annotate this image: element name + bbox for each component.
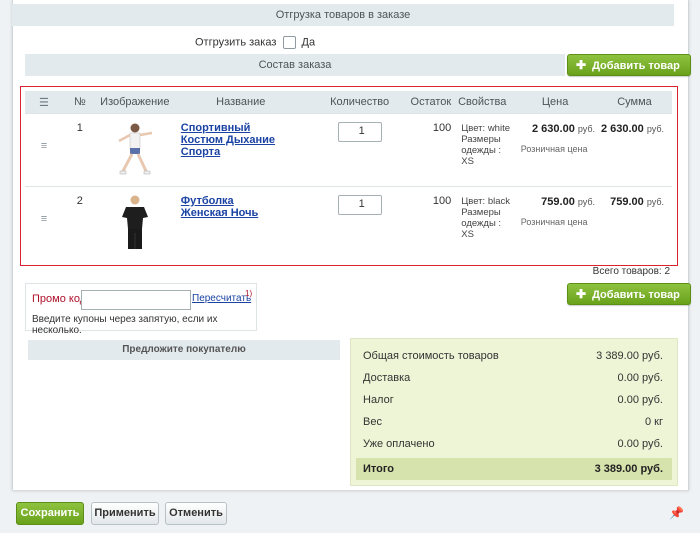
sum-value: 759.00: [610, 196, 644, 208]
drag-handle-icon: ≡: [40, 213, 48, 225]
table-row: ≡ 1 Спортивный Костюм Дыхание Спорта 1 1…: [25, 113, 672, 187]
totals-delivery-row: Доставка 0.00 руб.: [363, 372, 663, 388]
totals-grand-row: Итого 3 389.00 руб.: [356, 458, 672, 480]
ship-order-row: Отгрузить заказ Да: [195, 36, 315, 49]
property-color: Цвет: black: [461, 196, 510, 207]
property-size-label: Размеры: [461, 207, 501, 218]
row-number: 1: [76, 122, 83, 134]
ship-order-checkbox[interactable]: [283, 36, 297, 49]
totals-delivery-label: Доставка: [363, 372, 411, 384]
woman-tshirt-figure-icon: [121, 195, 148, 249]
promo-footnote-mark: 1): [245, 289, 253, 298]
totals-tax-label: Налог: [363, 394, 394, 406]
row-number: 2: [76, 195, 83, 207]
pin-icon[interactable]: 📌: [669, 506, 684, 520]
product-name-link[interactable]: Футболка Женская Ночь: [181, 195, 258, 219]
promo-code-hint: Введите купоны через запятую, если их не…: [32, 314, 218, 336]
column-props: Свойства: [451, 91, 514, 114]
totals-delivery-value: 0.00 руб.: [617, 372, 663, 384]
sum-currency: руб.: [646, 124, 664, 134]
sum-value: 2 630.00: [600, 123, 644, 135]
price-currency: руб.: [577, 124, 596, 134]
price-value: 759.00: [541, 196, 575, 208]
plus-icon: ✚: [576, 287, 587, 301]
column-image: Изображение: [96, 91, 173, 114]
plus-icon: ✚: [576, 58, 587, 72]
totals-grand-value: 3 389.00 руб.: [594, 463, 663, 475]
drag-handle-icon: ≡: [40, 140, 48, 152]
stock-value: 100: [432, 195, 452, 207]
cancel-button[interactable]: Отменить: [165, 502, 227, 525]
promo-code-input[interactable]: [81, 290, 191, 310]
product-image[interactable]: [115, 121, 155, 181]
form-footer: Сохранить Применить Отменить 📌: [0, 492, 700, 533]
price-value: 2 630.00: [532, 123, 575, 135]
shipment-header-title: Отгрузка товаров в заказе: [275, 9, 411, 21]
row-drag-handle[interactable]: ≡: [25, 186, 63, 260]
product-image[interactable]: [115, 193, 155, 253]
promo-code-box: Промо код: Пересчитать 1) Введите купоны…: [25, 283, 257, 336]
totals-weight-value: 0 кг: [645, 416, 663, 428]
sum-currency: руб.: [646, 197, 664, 207]
add-product-button-bottom[interactable]: ✚ Добавить товар: [567, 283, 691, 305]
ship-order-label: Отгрузить заказ: [195, 36, 277, 49]
order-header-title: Состав заказа: [258, 59, 332, 71]
product-name-link[interactable]: Спортивный Костюм Дыхание Спорта: [181, 122, 275, 158]
order-section-header: Состав заказа: [25, 54, 565, 76]
column-stock: Остаток: [410, 91, 452, 114]
apply-button[interactable]: Применить: [91, 502, 159, 525]
athlete-figure-icon: [118, 123, 153, 175]
quantity-input[interactable]: 1: [337, 122, 382, 142]
price-type: Розничная цена: [520, 217, 588, 227]
recalculate-link[interactable]: Пересчитать: [192, 293, 251, 304]
column-name: Название: [172, 91, 309, 114]
suggest-to-customer-header[interactable]: Предложите покупателю: [28, 340, 340, 360]
order-totals: Общая стоимость товаров 3 389.00 руб. До…: [350, 338, 678, 486]
totals-tax-row: Налог 0.00 руб.: [363, 394, 663, 410]
totals-paid-value: 0.00 руб.: [617, 438, 663, 450]
price-currency: руб.: [577, 197, 596, 207]
column-price: Цена: [513, 91, 598, 114]
totals-weight-label: Вес: [363, 416, 382, 428]
totals-goods-value: 3 389.00 руб.: [596, 350, 663, 362]
price-type: Розничная цена: [520, 144, 588, 154]
products-table: ☰ № Изображение Название Количество Оста…: [25, 91, 672, 260]
property-size-value: одежды : XS: [461, 145, 502, 167]
column-sum: Сумма: [597, 91, 672, 114]
totals-tax-value: 0.00 руб.: [617, 394, 663, 406]
column-drag-header[interactable]: ☰: [25, 91, 63, 114]
add-product-label: Добавить товар: [592, 60, 680, 72]
totals-goods-row: Общая стоимость товаров 3 389.00 руб.: [363, 350, 663, 366]
save-button[interactable]: Сохранить: [16, 502, 84, 525]
column-num: №: [62, 91, 97, 114]
total-items-count: Всего товаров: 2: [592, 266, 670, 277]
table-header-row: ☰ № Изображение Название Количество Оста…: [25, 91, 672, 114]
product-properties: Цвет: white Размеры одежды : XS: [461, 123, 513, 167]
stock-value: 100: [432, 122, 452, 134]
row-drag-handle[interactable]: ≡: [25, 113, 63, 187]
property-size-label: Размеры: [461, 134, 501, 145]
quantity-input[interactable]: 1: [337, 195, 382, 215]
add-product-label: Добавить товар: [592, 289, 680, 301]
totals-weight-row: Вес 0 кг: [363, 416, 663, 432]
ship-order-yes-label: Да: [301, 36, 316, 49]
property-size-value: одежды : XS: [461, 218, 502, 240]
totals-paid-row: Уже оплачено 0.00 руб.: [363, 438, 663, 454]
shipment-section-header: Отгрузка товаров в заказе: [12, 4, 674, 26]
totals-paid-label: Уже оплачено: [363, 438, 435, 450]
column-quantity: Количество: [308, 91, 411, 114]
totals-grand-label: Итого: [363, 463, 395, 475]
property-color: Цвет: white: [461, 123, 510, 134]
add-product-button-top[interactable]: ✚ Добавить товар: [567, 54, 691, 76]
table-row: ≡ 2 Футболка Женская Ночь 1 100 Цвет: bl…: [25, 186, 672, 260]
list-icon: ☰: [39, 96, 49, 109]
product-properties: Цвет: black Размеры одежды : XS: [461, 196, 513, 240]
totals-goods-label: Общая стоимость товаров: [363, 350, 499, 362]
